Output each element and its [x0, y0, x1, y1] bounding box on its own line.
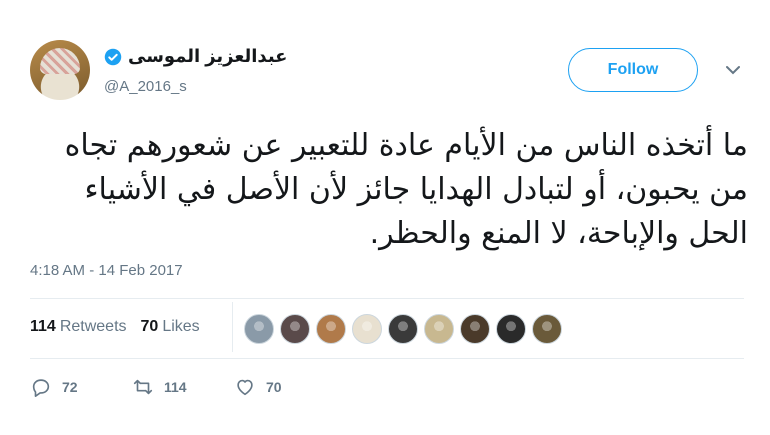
likes-label: Likes [162, 318, 200, 335]
tweet-actions: 72 114 70 [30, 376, 336, 398]
reply-icon [32, 379, 50, 397]
verified-badge-icon [104, 48, 122, 66]
divider-top [30, 298, 744, 299]
reply-action[interactable]: 72 [30, 376, 132, 398]
reply-count: 72 [62, 379, 78, 395]
retweets-label: Retweets [59, 318, 127, 335]
tweet-stats: 114 Retweets 70 Likes [30, 318, 200, 336]
retweet-count: 114 [164, 379, 187, 395]
liker-avatar[interactable] [244, 314, 274, 344]
likes-stat[interactable]: 70 Likes [141, 318, 200, 336]
like-action[interactable]: 70 [234, 376, 336, 398]
divider-bottom [30, 358, 744, 359]
author-handle[interactable]: @A_2016_s [104, 78, 187, 95]
liker-avatar[interactable] [316, 314, 346, 344]
liker-avatars [244, 314, 562, 344]
stats-separator [232, 302, 233, 352]
likes-count: 70 [140, 318, 159, 335]
tweet-timestamp[interactable]: 4:18 AM - 14 Feb 2017 [30, 262, 183, 279]
chevron-down-icon[interactable] [726, 65, 740, 75]
liker-avatar[interactable] [280, 314, 310, 344]
heart-icon [237, 379, 253, 396]
retweets-stat[interactable]: 114 Retweets [30, 318, 127, 336]
retweet-action[interactable]: 114 [132, 376, 234, 398]
avatar[interactable] [30, 40, 90, 100]
liker-avatar[interactable] [496, 314, 526, 344]
liker-avatar[interactable] [460, 314, 490, 344]
author-display-name[interactable]: عبدالعزيز الموسى [128, 46, 287, 67]
liker-avatar[interactable] [388, 314, 418, 344]
avatar-headdress [40, 48, 80, 74]
follow-button[interactable]: Follow [568, 48, 698, 92]
liker-avatar[interactable] [532, 314, 562, 344]
liker-avatar[interactable] [424, 314, 454, 344]
retweet-icon [133, 379, 153, 395]
liker-avatar[interactable] [352, 314, 382, 344]
tweet-text: ما أتخذه الناس من الأيام عادة للتعبير عن… [64, 128, 748, 251]
retweets-count: 114 [30, 318, 56, 335]
author-name-row: عبدالعزيز الموسى [104, 46, 287, 67]
like-count: 70 [266, 379, 282, 395]
